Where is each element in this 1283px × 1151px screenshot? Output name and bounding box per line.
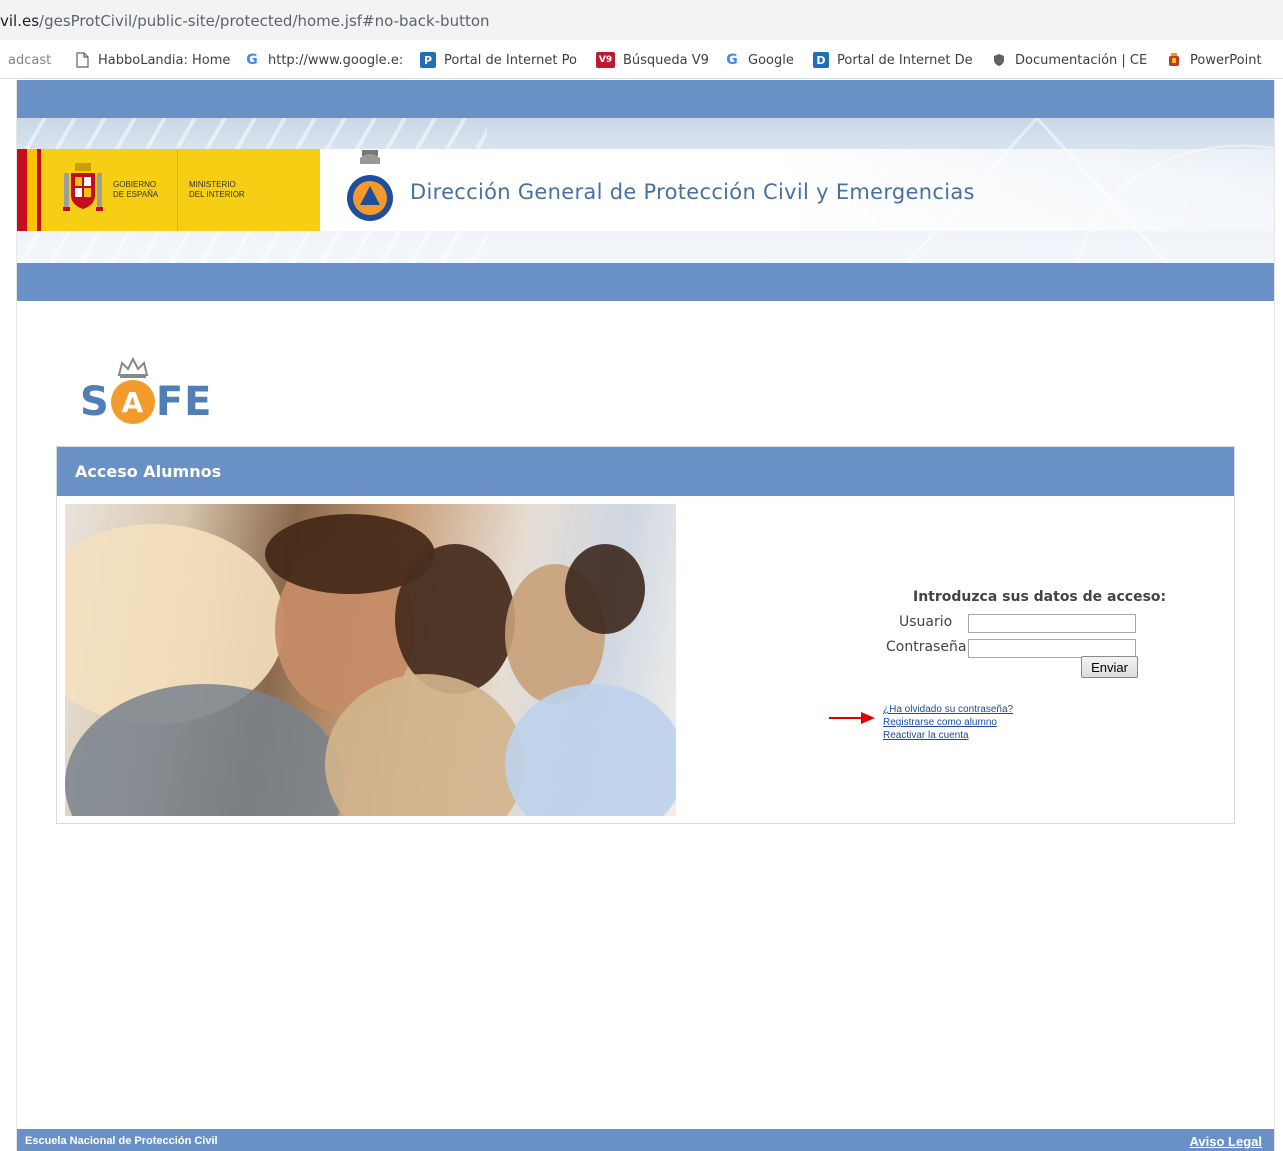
panel-header: Acceso Alumnos — [57, 447, 1234, 496]
bookmark-adcast[interactable]: adcast — [8, 50, 51, 70]
ministry-line: DEL INTERIOR — [189, 190, 245, 199]
bookmark-label: Portal de Internet Po — [444, 52, 577, 68]
v9-icon: V9 — [596, 52, 615, 68]
bookmark-google[interactable]: G Google — [724, 50, 794, 70]
page-icon — [74, 52, 90, 68]
username-input[interactable] — [968, 614, 1136, 633]
p-icon: P — [420, 52, 436, 68]
arrow-right-icon — [829, 712, 875, 724]
google-icon: G — [726, 52, 738, 68]
ministry-label: MINISTERIO DEL INTERIOR — [189, 180, 269, 200]
photo-shape — [505, 684, 676, 816]
photo-shape — [565, 544, 645, 634]
google-icon: G — [246, 52, 258, 68]
nav-bar — [17, 263, 1274, 301]
gov-line: DE ESPAÑA — [113, 190, 159, 199]
bookmark-portal-de[interactable]: D Portal de Internet De — [813, 50, 973, 70]
flag-stripe — [27, 149, 37, 231]
students-photo — [65, 504, 676, 816]
login-panel: Acceso Alumnos Introduzca sus datos de a… — [56, 446, 1235, 824]
bookmark-label: Búsqueda V9 — [623, 52, 709, 68]
bookmark-label: adcast — [8, 52, 52, 68]
coat-icon — [1166, 52, 1182, 68]
register-student-link[interactable]: Registrarse como alumno — [883, 717, 997, 728]
ministry-line: MINISTERIO — [189, 180, 236, 189]
bookmark-label: http://www.google.e: — [268, 52, 404, 68]
login-heading: Introduzca sus datos de acceso: — [913, 589, 1167, 605]
reactivate-account-link[interactable]: Reactivar la cuenta — [883, 730, 969, 741]
page: GOBIERNO DE ESPAÑA MINISTERIO DEL INTERI… — [16, 80, 1275, 1151]
address-bar[interactable]: vil.es/gesProtCivil/public-site/protecte… — [0, 0, 1283, 41]
bookmark-label: Google — [748, 52, 794, 68]
password-label: Contraseña — [886, 639, 967, 655]
crown-icon — [117, 356, 149, 378]
footer: Escuela Nacional de Protección Civil Avi… — [17, 1129, 1274, 1151]
photo-shape — [395, 544, 515, 694]
bookmarks-bar: adcast HabboLandia: Home G http://www.go… — [0, 40, 1283, 79]
url-path: /gesProtCivil/public-site/protected/home… — [39, 12, 490, 30]
bookmark-documentacion[interactable]: Documentación | CE — [991, 50, 1147, 70]
safe-logo: S A FE — [80, 355, 230, 430]
site-title: Dirección General de Protección Civil y … — [410, 180, 975, 204]
flag-stripe — [37, 149, 41, 231]
coat-of-arms-icon — [63, 163, 103, 211]
footer-school-name: Escuela Nacional de Protección Civil — [25, 1135, 218, 1147]
bookmark-google-url[interactable]: G http://www.google.e: — [244, 50, 403, 70]
bookmark-label: Portal de Internet De — [837, 52, 973, 68]
forgot-password-link[interactable]: ¿Ha olvidado su contraseña? — [883, 704, 1013, 715]
bookmark-label: PowerPoint — [1190, 52, 1262, 68]
proteccion-civil-emblem-icon — [347, 150, 393, 221]
username-label: Usuario — [899, 614, 953, 630]
panel-title: Acceso Alumnos — [75, 462, 222, 481]
safe-letter-a: A — [110, 380, 155, 424]
safe-letters: FE — [155, 379, 213, 425]
bookmark-busqueda-v9[interactable]: V9 Búsqueda V9 — [596, 50, 709, 70]
safe-letter: S — [80, 379, 110, 425]
url-text[interactable]: vil.es/gesProtCivil/public-site/protecte… — [0, 12, 490, 30]
shield-icon — [991, 52, 1007, 68]
header-banner: GOBIERNO DE ESPAÑA MINISTERIO DEL INTERI… — [17, 118, 1274, 263]
gov-label: GOBIERNO DE ESPAÑA — [113, 180, 183, 200]
gov-line: GOBIERNO — [113, 180, 157, 189]
top-bar — [17, 80, 1274, 118]
bookmark-powerpoint[interactable]: PowerPoint — [1166, 50, 1262, 70]
safe-wordmark: S A FE — [80, 379, 212, 425]
flag-stripe — [17, 149, 27, 231]
d-icon: D — [813, 52, 829, 68]
submit-button[interactable]: Enviar — [1081, 656, 1138, 678]
divider — [177, 149, 178, 231]
bookmark-portal-po[interactable]: P Portal de Internet Po — [420, 50, 577, 70]
gov-logo-block[interactable]: GOBIERNO DE ESPAÑA MINISTERIO DEL INTERI… — [17, 149, 320, 231]
legal-notice-link[interactable]: Aviso Legal — [1190, 1134, 1262, 1149]
url-host: vil.es — [0, 12, 40, 30]
bookmark-label: HabboLandia: Home — [98, 52, 231, 68]
bookmark-label: Documentación | CE — [1015, 52, 1148, 68]
bookmark-habbolandia[interactable]: HabboLandia: Home — [74, 50, 230, 70]
